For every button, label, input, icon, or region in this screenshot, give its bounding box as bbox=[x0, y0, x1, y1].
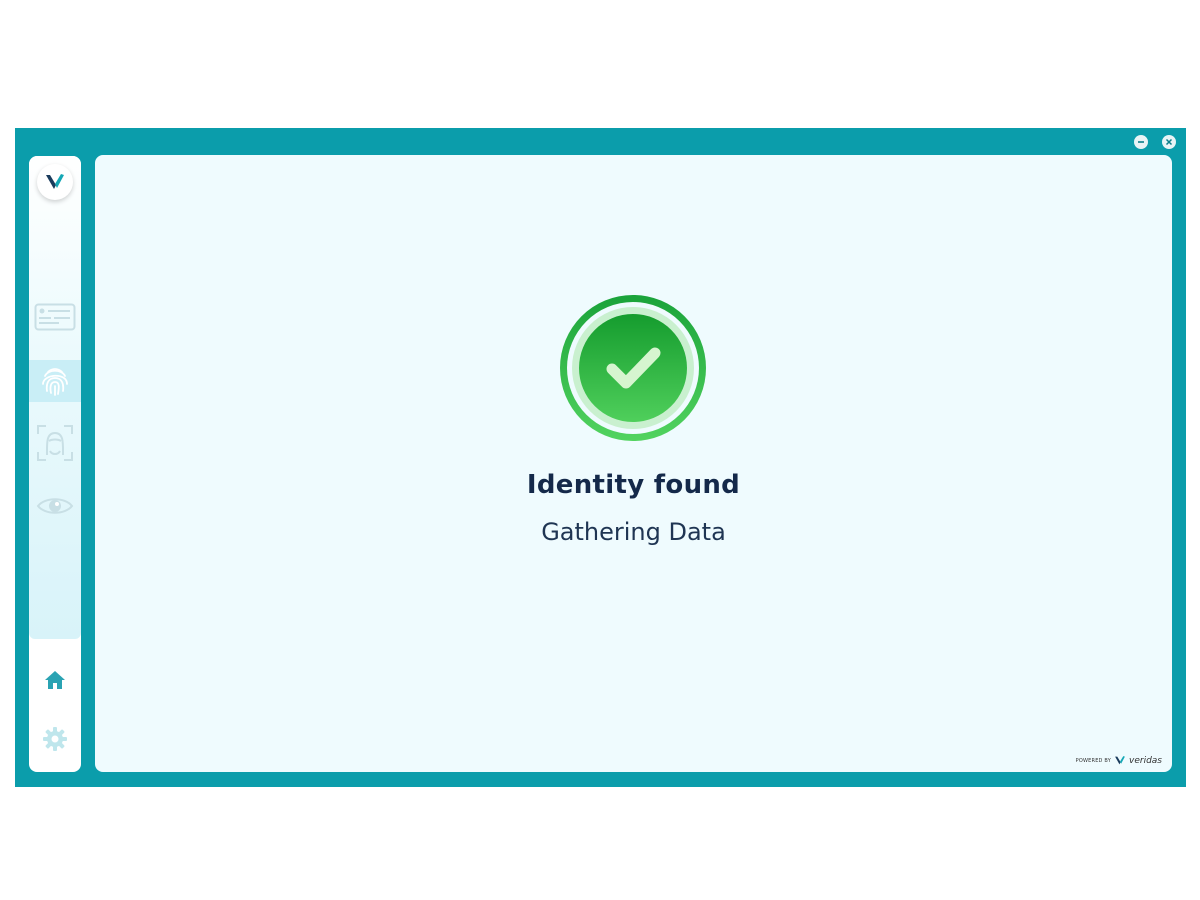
gear-icon bbox=[43, 727, 67, 751]
main-panel: Identity found Gathering Data POWERED BY… bbox=[95, 155, 1172, 772]
powered-by-footer: POWERED BY veridas bbox=[1076, 755, 1162, 766]
nav-item-id-document[interactable] bbox=[29, 296, 81, 338]
window-controls bbox=[1134, 135, 1176, 149]
check-circle-icon bbox=[560, 295, 706, 441]
sidebar bbox=[29, 156, 81, 772]
nav-item-iris[interactable] bbox=[29, 485, 81, 527]
id-card-icon bbox=[34, 303, 76, 331]
close-icon bbox=[1165, 138, 1173, 146]
nav-item-settings[interactable] bbox=[29, 718, 81, 760]
app-window: Identity found Gathering Data POWERED BY… bbox=[15, 128, 1186, 787]
fingerprint-icon bbox=[42, 368, 68, 396]
face-scan-icon bbox=[37, 425, 73, 461]
nav-item-fingerprint[interactable] bbox=[29, 360, 81, 402]
minimize-icon bbox=[1138, 141, 1144, 143]
status-title: Identity found bbox=[526, 470, 741, 500]
close-button[interactable] bbox=[1162, 135, 1176, 149]
nav-item-home[interactable] bbox=[29, 659, 81, 701]
minimize-button[interactable] bbox=[1134, 135, 1148, 149]
veridas-logo-icon bbox=[37, 164, 73, 200]
brand-name: veridas bbox=[1129, 755, 1162, 766]
veridas-brand-icon bbox=[1115, 756, 1125, 765]
nav-item-face[interactable] bbox=[29, 422, 81, 464]
eye-icon bbox=[36, 498, 74, 514]
powered-by-label: POWERED BY bbox=[1075, 757, 1112, 764]
home-icon bbox=[45, 671, 65, 689]
status-subtitle: Gathering Data bbox=[541, 518, 726, 546]
